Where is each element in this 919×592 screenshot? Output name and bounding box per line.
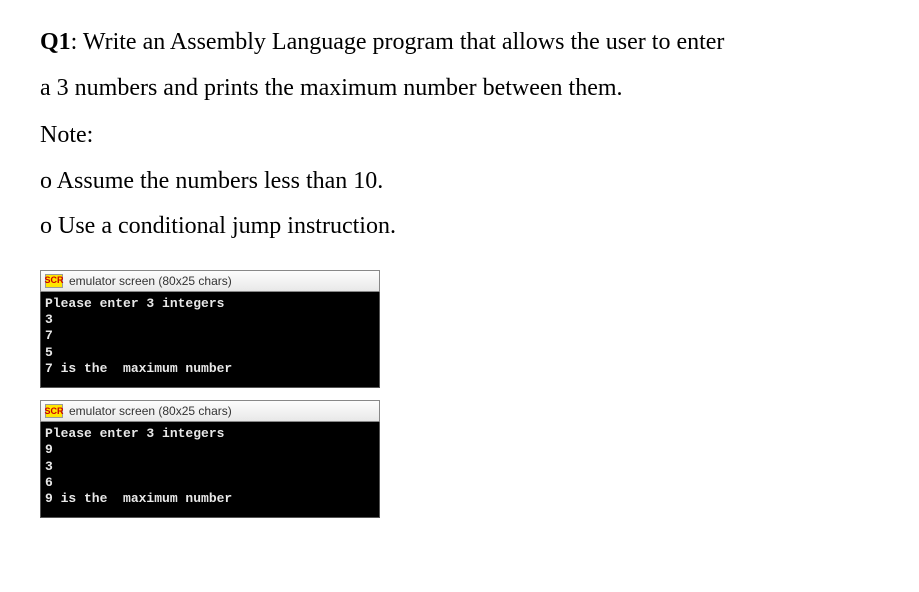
emulator-screen-2: Please enter 3 integers 9 3 6 9 is the m… xyxy=(40,422,380,518)
question-line1: Q1: Write an Assembly Language program t… xyxy=(40,20,879,66)
console-line: Please enter 3 integers xyxy=(45,426,373,442)
emulator-icon: SCR xyxy=(45,404,63,418)
console-line: 7 xyxy=(45,328,373,344)
console-line: 6 xyxy=(45,475,373,491)
console-line: 3 xyxy=(45,459,373,475)
emulator-title-text: emulator screen (80x25 chars) xyxy=(69,275,232,287)
emulator-titlebar-2: SCR emulator screen (80x25 chars) xyxy=(40,400,380,422)
bullet-1: o Assume the numbers less than 10. xyxy=(40,159,879,205)
console-line: 7 is the maximum number xyxy=(45,361,373,377)
question-block: Q1: Write an Assembly Language program t… xyxy=(40,20,879,250)
question-text-part1: : Write an Assembly Language program tha… xyxy=(71,29,725,55)
note-label: Note: xyxy=(40,113,879,159)
question-line2: a 3 numbers and prints the maximum numbe… xyxy=(40,66,879,112)
emulator-window-2: SCR emulator screen (80x25 chars) Please… xyxy=(40,400,380,518)
bullet-2: o Use a conditional jump instruction. xyxy=(40,204,879,250)
emulator-title-text: emulator screen (80x25 chars) xyxy=(69,405,232,417)
emulator-icon: SCR xyxy=(45,274,63,288)
console-line: Please enter 3 integers xyxy=(45,296,373,312)
console-line: 9 xyxy=(45,442,373,458)
emulator-titlebar-1: SCR emulator screen (80x25 chars) xyxy=(40,270,380,292)
emulator-window-1: SCR emulator screen (80x25 chars) Please… xyxy=(40,270,380,388)
console-line: 9 is the maximum number xyxy=(45,491,373,507)
question-label: Q1 xyxy=(40,29,71,55)
console-line: 5 xyxy=(45,345,373,361)
console-line: 3 xyxy=(45,312,373,328)
emulator-screen-1: Please enter 3 integers 3 7 5 7 is the m… xyxy=(40,292,380,388)
